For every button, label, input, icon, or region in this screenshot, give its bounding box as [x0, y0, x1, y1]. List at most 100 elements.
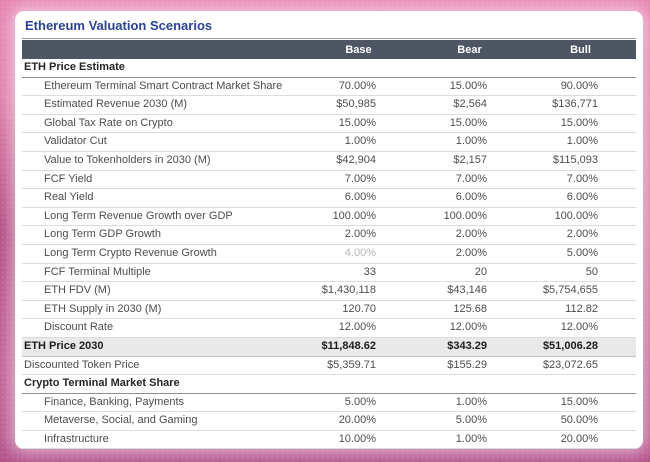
table-row: Crypto Terminal Market Share [22, 375, 636, 394]
cell-value: $5,754,655 [525, 282, 636, 301]
table-row: Real Yield6.00%6.00%6.00% [22, 189, 636, 208]
cell-value [303, 59, 414, 77]
cell-value: 12.00% [525, 319, 636, 338]
cell-value: $50,985 [303, 96, 414, 115]
cell-value: 50.00% [525, 412, 636, 431]
cell-value: $155.29 [414, 356, 525, 375]
cell-value: 90.00% [525, 77, 636, 96]
cell-value: 6.00% [414, 189, 525, 208]
table-row: Long Term Crypto Revenue Growth4.00%2.00… [22, 244, 636, 263]
cell-value: $1,430,118 [303, 282, 414, 301]
cell-value [525, 375, 636, 394]
cell-value: 15.00% [525, 393, 636, 412]
cell-value: $136,771 [525, 96, 636, 115]
valuation-card: Ethereum Valuation Scenarios Base Bear B… [15, 11, 643, 449]
table-row: Global Tax Rate on Crypto15.00%15.00%15.… [22, 114, 636, 133]
table-row: Metaverse, Social, and Gaming20.00%5.00%… [22, 412, 636, 431]
cell-value: 4.00% [303, 244, 414, 263]
cell-value: 20.00% [303, 412, 414, 431]
row-label: ETH Price 2030 [22, 337, 303, 356]
cell-value: 15.00% [414, 77, 525, 96]
cell-value: 1.00% [414, 393, 525, 412]
cell-value [414, 59, 525, 77]
cell-value: 2.00% [414, 244, 525, 263]
table-row: ETH Price Estimate [22, 59, 636, 77]
table-row: Ethereum Terminal Smart Contract Market … [22, 77, 636, 96]
cell-value [525, 59, 636, 77]
row-label: FCF Terminal Multiple [22, 263, 303, 282]
row-label: Value to Tokenholders in 2030 (M) [22, 151, 303, 170]
cell-value: 6.00% [525, 189, 636, 208]
cell-value: 2.00% [303, 226, 414, 245]
cell-value: $115,093 [525, 151, 636, 170]
row-label: ETH FDV (M) [22, 282, 303, 301]
row-label: Estimated Revenue 2030 (M) [22, 96, 303, 115]
row-label: Long Term GDP Growth [22, 226, 303, 245]
table-row: ETH FDV (M)$1,430,118$43,146$5,754,655 [22, 282, 636, 301]
cell-value: 15.00% [303, 114, 414, 133]
cell-value: 20 [414, 263, 525, 282]
cell-value: 10.00% [303, 430, 414, 449]
row-label: Metaverse, Social, and Gaming [22, 412, 303, 431]
cell-value: 7.00% [303, 170, 414, 189]
column-header-bear: Bear [414, 40, 525, 59]
cell-value: 2.00% [414, 226, 525, 245]
cell-value: $43,146 [414, 282, 525, 301]
cell-value: 112.82 [525, 300, 636, 319]
row-label: Global Tax Rate on Crypto [22, 114, 303, 133]
cell-value: $5,359.71 [303, 356, 414, 375]
cell-value: 33 [303, 263, 414, 282]
cell-value: $343.29 [414, 337, 525, 356]
cell-value: 120.70 [303, 300, 414, 319]
table-row: ETH Supply in 2030 (M)120.70125.68112.82 [22, 300, 636, 319]
table-row: Validator Cut1.00%1.00%1.00% [22, 133, 636, 152]
cell-value: 2.00% [525, 226, 636, 245]
cell-value: $51,006.28 [525, 337, 636, 356]
table-row: FCF Terminal Multiple332050 [22, 263, 636, 282]
cell-value: $2,564 [414, 96, 525, 115]
row-label: Discount Rate [22, 319, 303, 338]
row-label: Long Term Crypto Revenue Growth [22, 244, 303, 263]
table-row: FCF Yield7.00%7.00%7.00% [22, 170, 636, 189]
cell-value: 20.00% [525, 430, 636, 449]
row-label: FCF Yield [22, 170, 303, 189]
cell-value: 7.00% [525, 170, 636, 189]
cell-value: 6.00% [303, 189, 414, 208]
row-label: Finance, Banking, Payments [22, 393, 303, 412]
row-label: Validator Cut [22, 133, 303, 152]
row-label: ETH Price Estimate [22, 59, 303, 77]
cell-value: 1.00% [303, 133, 414, 152]
valuation-table: Base Bear Bull ETH Price EstimateEthereu… [22, 40, 636, 449]
cell-value: 7.00% [414, 170, 525, 189]
table-row: Discount Rate12.00%12.00%12.00% [22, 319, 636, 338]
table-row: Value to Tokenholders in 2030 (M)$42,904… [22, 151, 636, 170]
cell-value: 15.00% [414, 114, 525, 133]
column-header-bull: Bull [525, 40, 636, 59]
cell-value: 100.00% [525, 207, 636, 226]
table-body: ETH Price EstimateEthereum Terminal Smar… [22, 59, 636, 449]
table-row: Discounted Token Price$5,359.71$155.29$2… [22, 356, 636, 375]
table-row: Long Term GDP Growth2.00%2.00%2.00% [22, 226, 636, 245]
page-title: Ethereum Valuation Scenarios [22, 11, 636, 39]
cell-value: $23,072.65 [525, 356, 636, 375]
cell-value: $11,848.62 [303, 337, 414, 356]
table-row: ETH Price 2030$11,848.62$343.29$51,006.2… [22, 337, 636, 356]
cell-value [303, 375, 414, 394]
cell-value: 5.00% [303, 393, 414, 412]
cell-value: 12.00% [414, 319, 525, 338]
table-row: Estimated Revenue 2030 (M)$50,985$2,564$… [22, 96, 636, 115]
cell-value: 12.00% [303, 319, 414, 338]
cell-value: 50 [525, 263, 636, 282]
cell-value: 1.00% [414, 430, 525, 449]
row-label: Real Yield [22, 189, 303, 208]
row-label: ETH Supply in 2030 (M) [22, 300, 303, 319]
page-background: { "title": "Ethereum Valuation Scenarios… [0, 0, 650, 462]
cell-value [414, 375, 525, 394]
table-header: Base Bear Bull [22, 40, 636, 59]
cell-value: 100.00% [303, 207, 414, 226]
cell-value: 5.00% [525, 244, 636, 263]
cell-value: 125.68 [414, 300, 525, 319]
row-label: Infrastructure [22, 430, 303, 449]
cell-value: 100.00% [414, 207, 525, 226]
cell-value: 1.00% [525, 133, 636, 152]
